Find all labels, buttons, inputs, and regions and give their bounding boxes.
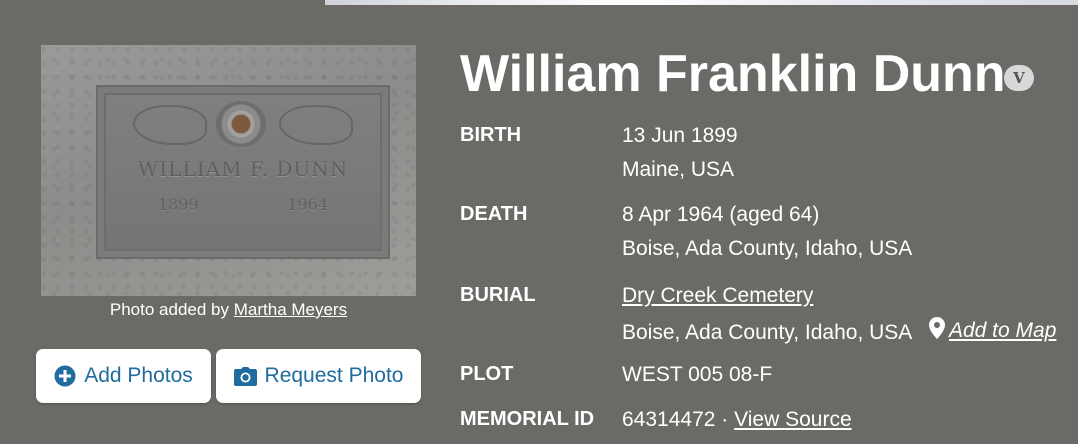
memorial-id-value: 64314472 (622, 408, 716, 431)
add-photos-label: Add Photos (84, 364, 193, 387)
veteran-badge[interactable]: V (1004, 65, 1034, 91)
burial-place-row: Boise, Ada County, Idaho, USA Add to Map (622, 317, 1056, 345)
vase-holder (216, 101, 266, 147)
floral-flourish-right (279, 105, 353, 145)
burial-place: Boise, Ada County, Idaho, USA (622, 321, 912, 344)
death-place: Boise, Ada County, Idaho, USA (622, 237, 913, 260)
add-photos-button[interactable]: Add Photos (36, 349, 211, 403)
photo-caption: Photo added by Martha Meyers (41, 300, 416, 320)
death-date: 8 Apr 1964 (aged 64) (622, 203, 820, 226)
camera-icon (233, 366, 257, 386)
map-pin-icon (928, 317, 945, 345)
birth-place: Maine, USA (622, 158, 735, 181)
engraved-birth-year: 1899 (158, 195, 199, 214)
add-to-map-link[interactable]: Add to Map (949, 319, 1056, 343)
burial-label: BURIAL (460, 284, 536, 306)
engraved-death-year: 1964 (287, 195, 328, 214)
separator-dot: · (721, 408, 729, 431)
engraved-name: WILLIAM F. DUNN (137, 157, 349, 181)
floral-flourish-left (133, 105, 207, 145)
person-name: William Franklin Dunn (460, 45, 1006, 103)
view-source-link[interactable]: View Source (734, 408, 852, 431)
memorial-id-label: MEMORIAL ID (460, 408, 595, 430)
caption-prefix: Photo added by (109, 300, 229, 319)
headstone-photo[interactable]: WILLIAM F. DUNN 1899 1964 (41, 45, 416, 296)
top-image-strip (325, 0, 1078, 5)
birth-label: BIRTH (460, 124, 522, 146)
burial-cemetery: Dry Creek Cemetery (622, 284, 813, 308)
headstone-plaque: WILLIAM F. DUNN 1899 1964 (96, 85, 390, 259)
memorial-id-row: 64314472 · View Source (622, 408, 852, 432)
request-photo-button[interactable]: Request Photo (216, 349, 421, 403)
plot-label: PLOT (460, 363, 514, 385)
plus-circle-icon (54, 365, 76, 387)
plot-value: WEST 005 08-F (622, 363, 773, 386)
add-to-map-control[interactable]: Add to Map (928, 317, 1056, 345)
death-label: DEATH (460, 203, 528, 225)
request-photo-label: Request Photo (264, 364, 404, 387)
photo-author-link[interactable]: Martha Meyers (234, 300, 347, 319)
cemetery-link[interactable]: Dry Creek Cemetery (622, 284, 813, 307)
birth-date: 13 Jun 1899 (622, 124, 738, 147)
